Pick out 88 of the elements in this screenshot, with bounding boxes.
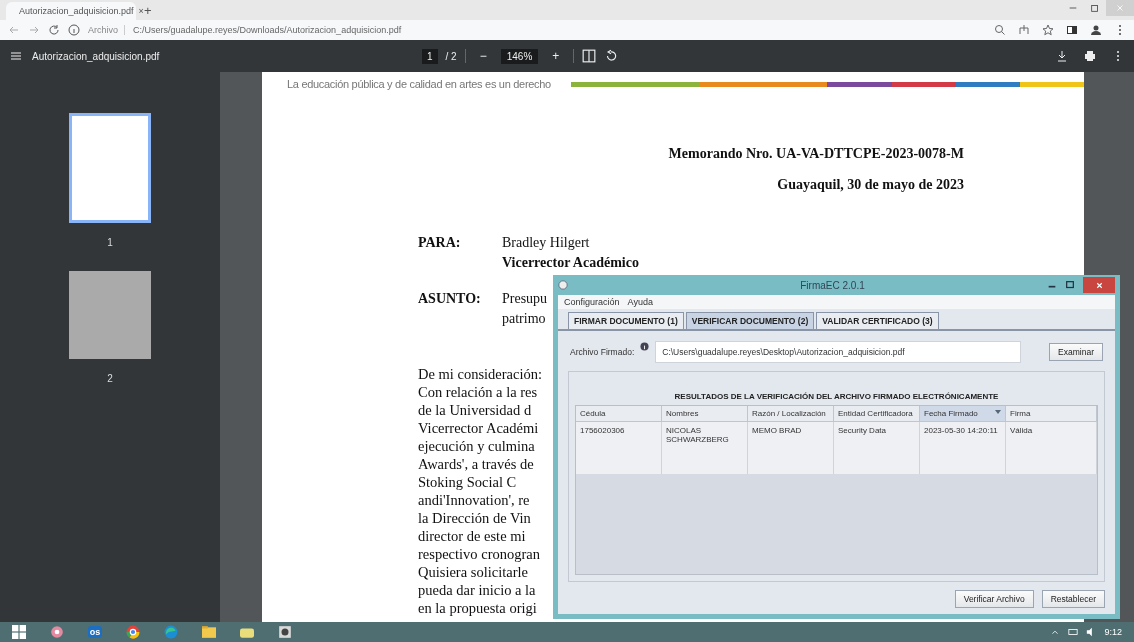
body-text-line: pueda dar inicio a la bbox=[418, 582, 536, 598]
column-header[interactable]: Entidad Certificadora bbox=[834, 406, 920, 422]
chrome-icon[interactable] bbox=[126, 625, 140, 639]
sidebar-icon[interactable] bbox=[1066, 24, 1078, 36]
field-value: patrimo bbox=[502, 311, 546, 326]
menu-item[interactable]: Ayuda bbox=[627, 297, 653, 307]
zoom-field[interactable]: 146% bbox=[500, 48, 539, 64]
dialog-title: FirmaEC 2.0.1 bbox=[799, 279, 866, 291]
search-icon[interactable] bbox=[994, 24, 1006, 36]
body-text-line: ejecución y culmina bbox=[418, 438, 535, 454]
body-text-line: andi'Innovation', re bbox=[418, 492, 530, 508]
fit-page-icon[interactable] bbox=[582, 49, 597, 63]
column-header[interactable]: Nombres bbox=[662, 406, 748, 422]
info-icon bbox=[640, 342, 650, 351]
star-icon[interactable] bbox=[1042, 24, 1054, 36]
table-cell: Security Data bbox=[834, 422, 920, 474]
place-date: Guayaquil, 30 de mayo de 2023 bbox=[777, 177, 964, 192]
column-header[interactable]: Razón / Localización bbox=[748, 406, 834, 422]
close-button[interactable] bbox=[1083, 277, 1115, 293]
app-icon bbox=[558, 280, 568, 290]
body-text-line: Vicerrector Académi bbox=[418, 420, 539, 436]
body-text-line: Stoking Social C bbox=[418, 474, 517, 490]
close-glyph bbox=[1115, 3, 1125, 13]
url-field[interactable]: C:/Users/guadalupe.reyes/Downloads/Autorizacion_adquisicion.pdf bbox=[133, 25, 402, 35]
tab[interactable]: VERIFICAR DOCUMENTO (2) bbox=[685, 312, 815, 329]
reset-button[interactable]: Restablecer bbox=[1041, 590, 1105, 608]
clock[interactable]: 9:12 bbox=[1104, 627, 1122, 637]
zoom-in-button[interactable]: + bbox=[546, 48, 566, 64]
rotate-icon[interactable] bbox=[604, 49, 619, 63]
new-tab-button[interactable]: + bbox=[144, 3, 152, 18]
tab[interactable]: FIRMAR DOCUMENTO (1) bbox=[568, 312, 684, 329]
memo-number: Memorando Nro. UA-VA-DTTCPE-2023-0078-M bbox=[668, 146, 964, 161]
app-icon[interactable] bbox=[50, 625, 64, 639]
verify-button[interactable]: Verificar Archivo bbox=[954, 590, 1034, 608]
windows-icon[interactable] bbox=[12, 625, 26, 639]
field-label: ASUNTO: bbox=[418, 290, 482, 308]
edge-icon[interactable] bbox=[164, 625, 178, 639]
profile-icon[interactable] bbox=[1090, 24, 1102, 36]
zoom-out-button[interactable]: − bbox=[473, 48, 493, 64]
tab[interactable]: VALIDAR CERTIFICADO (3) bbox=[816, 312, 939, 329]
print-icon[interactable] bbox=[1084, 50, 1096, 62]
url-scheme: Archivo bbox=[88, 25, 125, 35]
menu-item[interactable]: Configuración bbox=[564, 297, 620, 307]
info-icon[interactable] bbox=[68, 24, 80, 36]
page-field[interactable]: 1 bbox=[422, 48, 438, 64]
document-title: Autorizacion_adquisicion.pdf bbox=[32, 50, 161, 62]
field-label: PARA: bbox=[418, 234, 462, 252]
body-text-line: Quisiera solicitarle bbox=[418, 564, 528, 580]
field-value: Bradley Hilgert bbox=[502, 235, 590, 250]
field-label: Archivo Firmado: bbox=[570, 347, 635, 357]
body-text-line: director de este mi bbox=[418, 528, 526, 544]
browse-button[interactable]: Examinar bbox=[1049, 343, 1103, 361]
file-path-field[interactable]: C:\Users\guadalupe.reyes\Desktop\Autorizacion_adquisicion.pdf bbox=[655, 341, 1022, 363]
table-cell: 2023-05-30 14:20:11 bbox=[920, 422, 1006, 474]
outlook-button[interactable]: os bbox=[76, 622, 114, 642]
body-text-line: respectivo cronogran bbox=[418, 546, 540, 562]
page-thumbnail[interactable] bbox=[69, 113, 151, 223]
table-cell: Válida bbox=[1006, 422, 1097, 474]
close-icon[interactable]: × bbox=[138, 6, 144, 16]
restore-glyph bbox=[1090, 3, 1100, 13]
body-text-line: De mi consideración: bbox=[418, 366, 542, 382]
download-icon[interactable] bbox=[1056, 50, 1068, 62]
column-header[interactable]: Fecha Firmado bbox=[920, 406, 1006, 422]
column-header[interactable]: Firma bbox=[1006, 406, 1097, 422]
results-heading: RESULTADOS DE LA VERIFICACIÓN DEL ARCHIVO FIRMADO ELECTRÓNICAMENTE bbox=[674, 392, 999, 401]
field-value: Presupu bbox=[502, 291, 548, 306]
close-glyph bbox=[1094, 280, 1104, 290]
page-thumbnail[interactable] bbox=[69, 271, 151, 359]
body-text-line: en la propuesta origi bbox=[418, 600, 537, 616]
thumbnail-label: 2 bbox=[107, 373, 113, 384]
table-cell: NICOLAS SCHWARZBERG bbox=[662, 422, 748, 474]
sort-icon bbox=[995, 409, 1001, 415]
app-icon[interactable] bbox=[278, 625, 292, 639]
menu-icon[interactable] bbox=[10, 50, 22, 62]
body-text-line: Awards', a través de bbox=[418, 456, 534, 472]
body-text-line: Con relación a la res bbox=[418, 384, 538, 400]
body-text-line: de la Universidad d bbox=[418, 402, 532, 418]
page-count: / 2 bbox=[445, 50, 457, 62]
thumbnail-label: 1 bbox=[107, 237, 113, 248]
table-cell: 1756020306 bbox=[576, 422, 662, 474]
maximize-icon[interactable] bbox=[1065, 280, 1075, 290]
header-motto: La educación pública y de calidad en artes es un derecho bbox=[287, 78, 551, 90]
body-text-line: la Dirección de Vin bbox=[418, 510, 531, 526]
table-cell: MEMO BRAD bbox=[748, 422, 834, 474]
folder-icon[interactable] bbox=[202, 625, 216, 639]
column-header[interactable]: Cédula bbox=[576, 406, 662, 422]
field-value: Vicerrector Académico bbox=[502, 255, 639, 270]
reload-icon[interactable] bbox=[48, 24, 60, 36]
